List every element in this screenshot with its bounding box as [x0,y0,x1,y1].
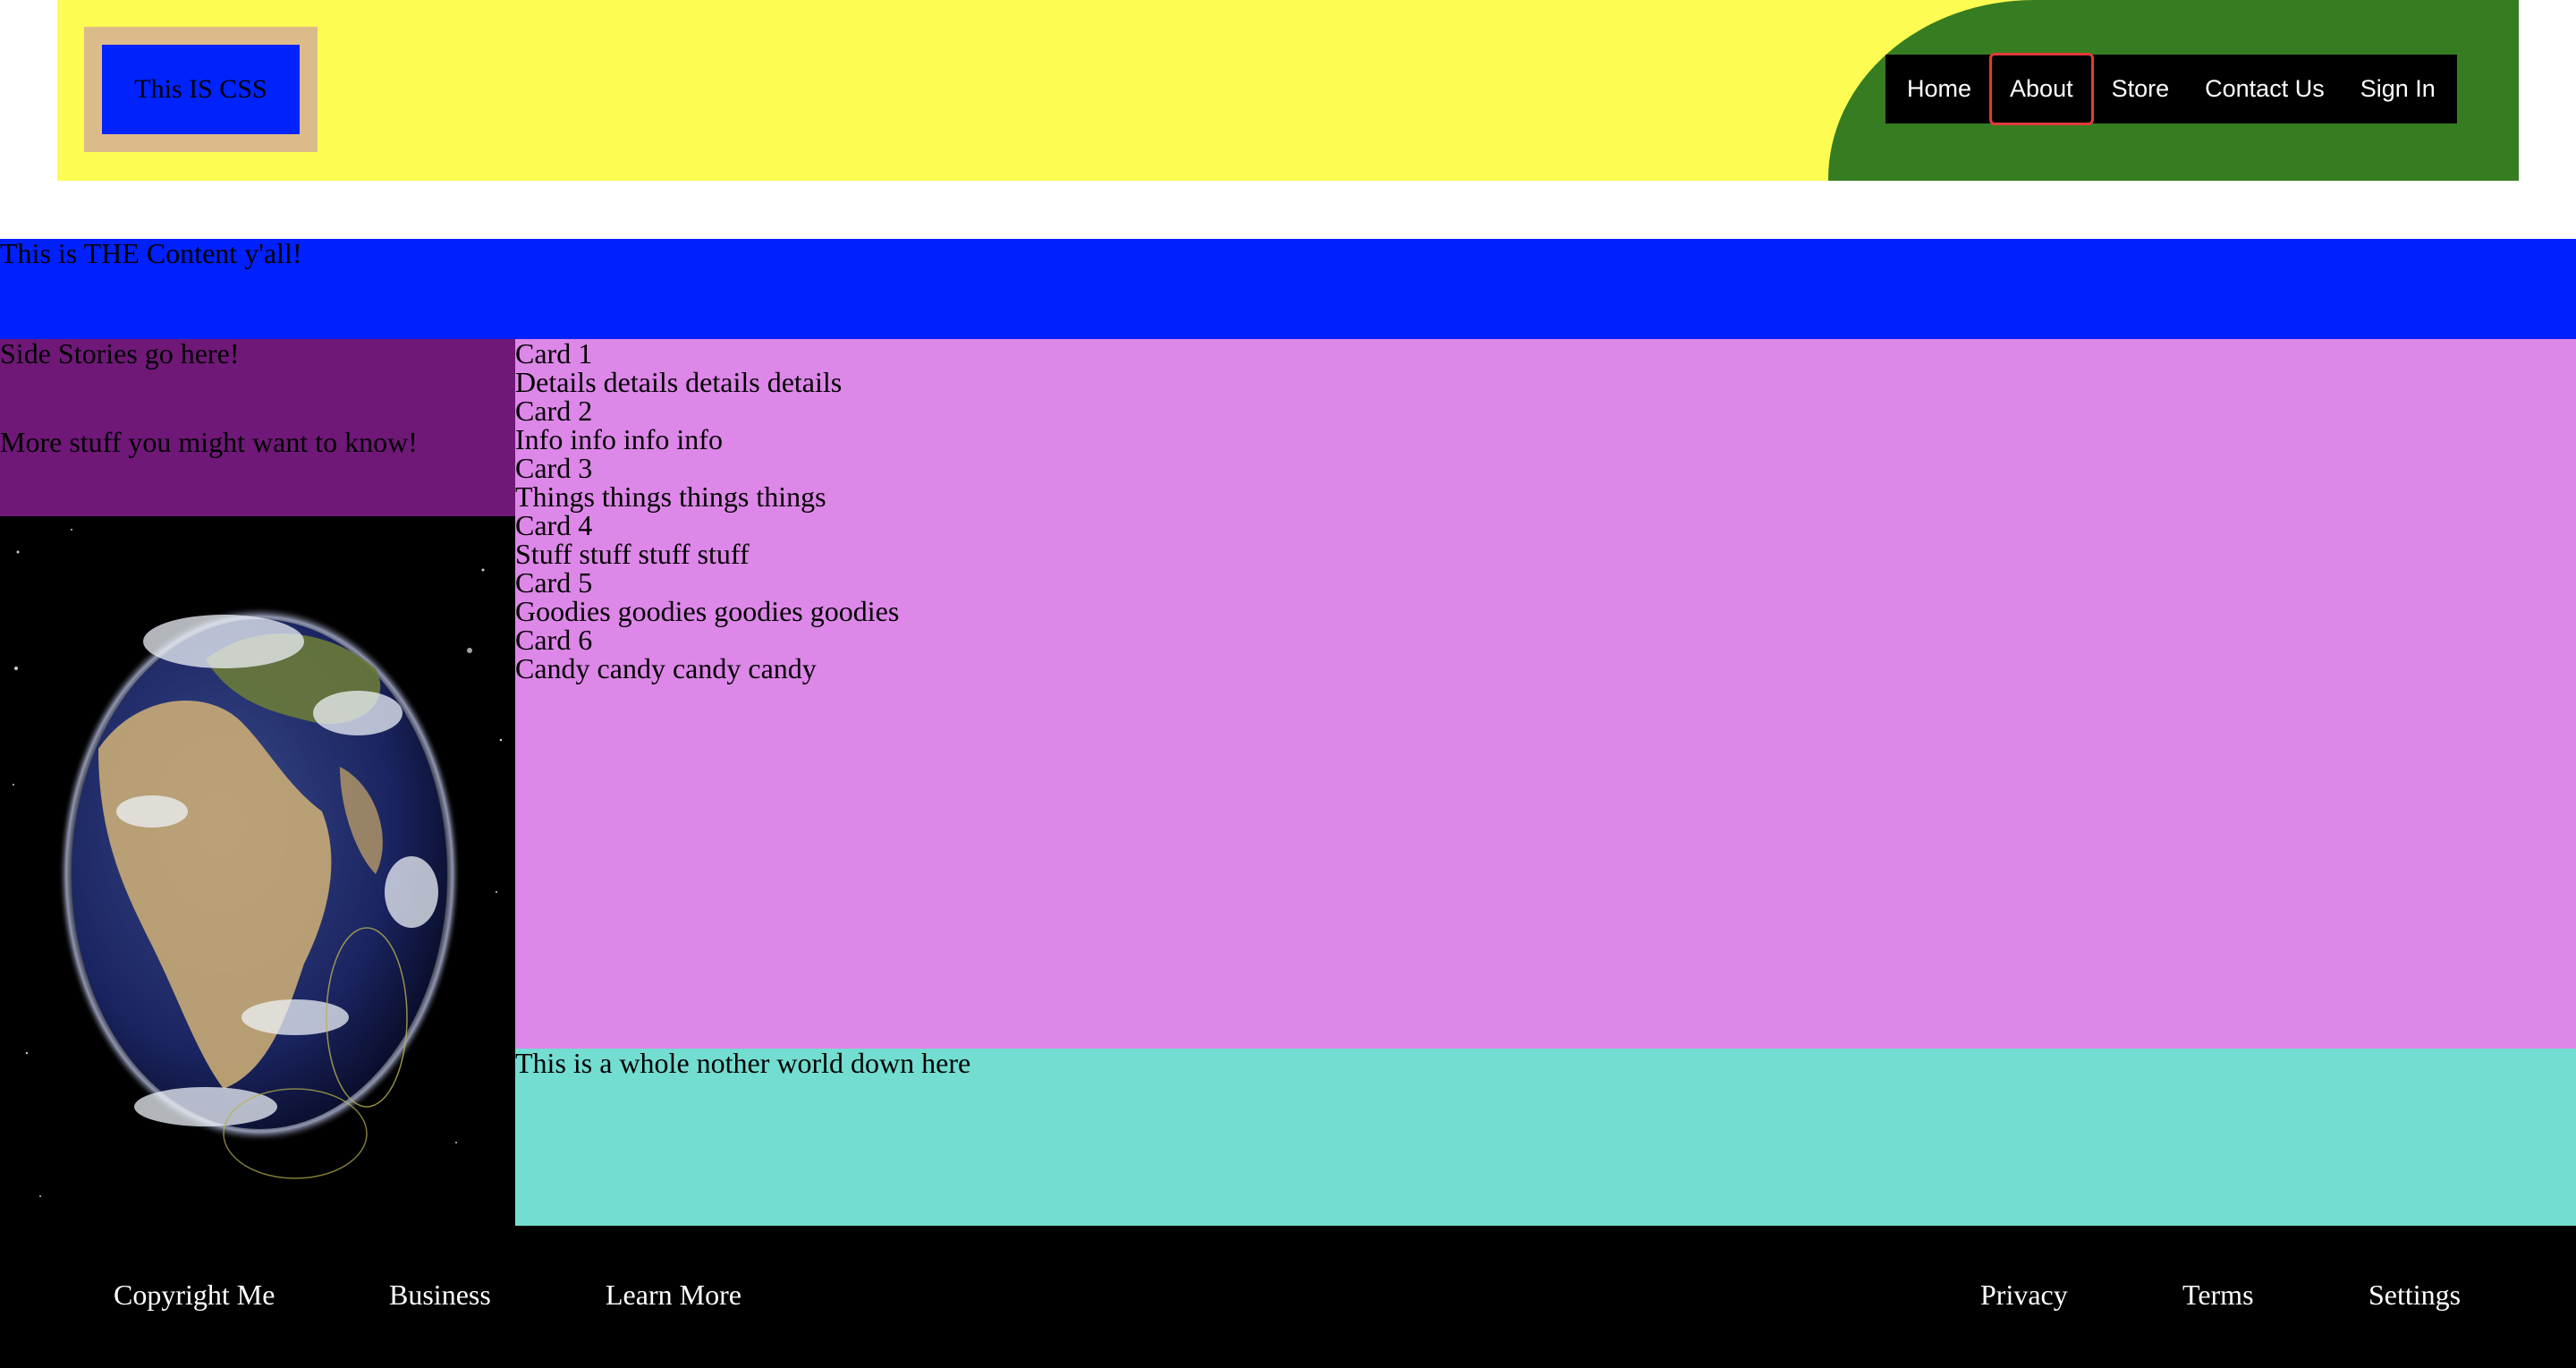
logo[interactable]: This IS CSS [84,27,318,152]
nav-home[interactable]: Home [1889,55,1989,123]
card-4-title: Card 4 [515,509,593,541]
content-banner-text: This is THE Content y'all! [0,237,302,269]
nav-sign-in[interactable]: Sign In [2343,55,2453,123]
sidebar-more-text: More stuff you might want to know! [0,426,418,458]
card-5-text: Goodies goodies goodies goodies [515,595,900,627]
cards-area: Card 1 Details details details details C… [515,339,2576,1049]
world-section: This is a whole nother world down here [515,1049,2576,1226]
footer-settings[interactable]: Settings [2368,1279,2461,1312]
nav-store[interactable]: Store [2094,55,2188,123]
earth-image [0,516,515,1226]
card-3-title: Card 3 [515,452,593,484]
content-banner: This is THE Content y'all! [0,239,2576,339]
nav-about[interactable]: About [1989,53,2094,125]
footer-learn-more[interactable]: Learn More [606,1279,741,1312]
card-2-text: Info info info info [515,423,723,455]
world-text: This is a whole nother world down here [515,1047,971,1079]
site-footer: Copyright Me Business Learn More Privacy… [0,1226,2576,1368]
logo-text: This IS CSS [102,45,300,134]
card-6-text: Candy candy candy candy [515,652,817,684]
card-6-title: Card 6 [515,624,593,656]
sidebar: Side Stories go here! More stuff you mig… [0,339,515,516]
earth-illustration [0,516,515,1226]
card-1-text: Details details details details [515,366,843,398]
nav-contact-us[interactable]: Contact Us [2187,55,2343,123]
footer-terms[interactable]: Terms [2182,1279,2254,1312]
footer-business[interactable]: Business [389,1279,491,1312]
card-3-text: Things things things things [515,480,826,513]
main-nav: Home About Store Contact Us Sign In [1885,53,2457,125]
card-5-title: Card 5 [515,566,593,599]
site-header: This IS CSS Home About Store Contact Us … [57,0,2519,181]
card-4-text: Stuff stuff stuff stuff [515,538,750,570]
footer-privacy[interactable]: Privacy [1980,1279,2068,1312]
footer-copyright[interactable]: Copyright Me [114,1279,275,1312]
card-1-title: Card 1 [515,337,593,370]
sidebar-title: Side Stories go here! [0,337,240,370]
card-2-title: Card 2 [515,395,593,427]
